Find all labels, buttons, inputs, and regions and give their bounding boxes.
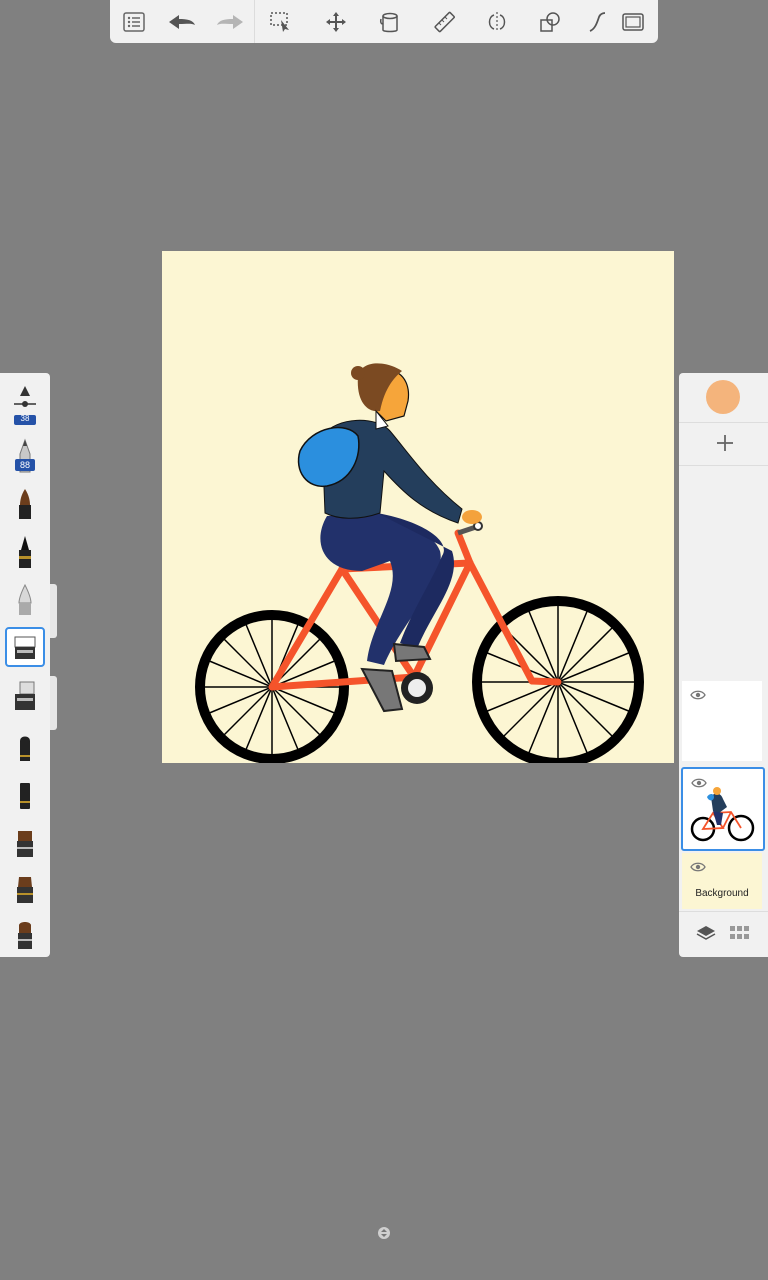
fullscreen-icon[interactable] [616, 5, 650, 39]
brush-size-badge: 88 [15, 459, 35, 471]
felt-marker-icon[interactable] [5, 727, 45, 767]
add-layer-button[interactable] [705, 423, 745, 463]
layer-background[interactable]: Background [682, 853, 762, 909]
grid-view-icon[interactable] [727, 920, 753, 946]
layer-1[interactable] [682, 681, 762, 761]
eye-icon[interactable] [690, 861, 706, 873]
brush-panel-handle-bottom[interactable] [50, 676, 57, 730]
ruler-icon[interactable] [427, 5, 461, 39]
layer-name: Background [695, 888, 749, 899]
round-brush-icon[interactable] [5, 915, 45, 955]
bicycle-illustration [195, 363, 644, 763]
wide-brush-icon[interactable] [5, 869, 45, 909]
layer-panel: Background [679, 373, 768, 957]
transform-icon[interactable] [319, 5, 353, 39]
layer-thumbnail [690, 787, 755, 842]
symmetry-icon[interactable] [480, 5, 514, 39]
square-marker-icon[interactable] [5, 775, 45, 815]
eye-icon[interactable] [690, 689, 706, 701]
layer-stack-icon[interactable] [693, 920, 719, 946]
brush-panel-handle-top[interactable] [50, 584, 57, 638]
top-toolbar [110, 0, 658, 43]
shapes-icon[interactable] [533, 5, 567, 39]
marker-brush-icon[interactable] [5, 484, 45, 524]
eraser-brush-icon[interactable] [5, 676, 45, 716]
brush-palette: 38 88 [0, 373, 50, 957]
redo-icon[interactable] [213, 5, 247, 39]
layer-2-selected[interactable] [681, 767, 765, 851]
puck-handle-icon[interactable] [377, 1226, 391, 1240]
selection-icon[interactable] [264, 5, 298, 39]
current-color-swatch[interactable] [706, 380, 740, 414]
list-icon[interactable] [117, 5, 151, 39]
ink-pen-brush-icon[interactable] [5, 532, 45, 572]
flat-brush-icon[interactable] [5, 823, 45, 863]
airbrush-icon[interactable] [5, 580, 45, 620]
chisel-brush-icon-selected[interactable] [5, 627, 45, 667]
brush-size-badge-partial: 38 [14, 415, 36, 425]
stroke-icon[interactable] [580, 5, 614, 39]
undo-icon[interactable] [165, 5, 199, 39]
pencil-brush-icon[interactable]: 88 [5, 436, 45, 476]
brush-properties-icon[interactable] [5, 377, 45, 417]
fill-bucket-icon[interactable] [373, 5, 407, 39]
drawing-canvas[interactable] [162, 251, 674, 763]
